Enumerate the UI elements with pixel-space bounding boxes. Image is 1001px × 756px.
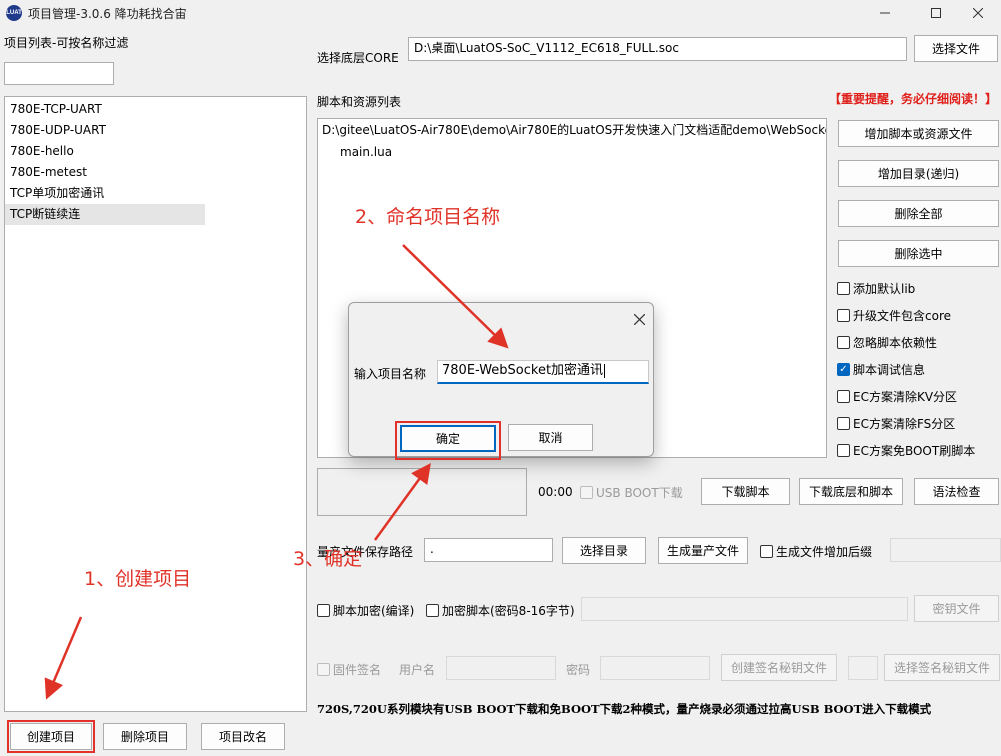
step1-annotation: 1、创建项目 [84, 568, 192, 590]
step2-arrow [402, 244, 509, 349]
step2-annotation: 2、命名项目名称 [355, 206, 501, 228]
step3-annotation: 3、确定 [293, 548, 363, 570]
step1-arrow [44, 616, 83, 700]
annotation-arrows [44, 244, 509, 700]
step3-arrow [373, 462, 431, 541]
